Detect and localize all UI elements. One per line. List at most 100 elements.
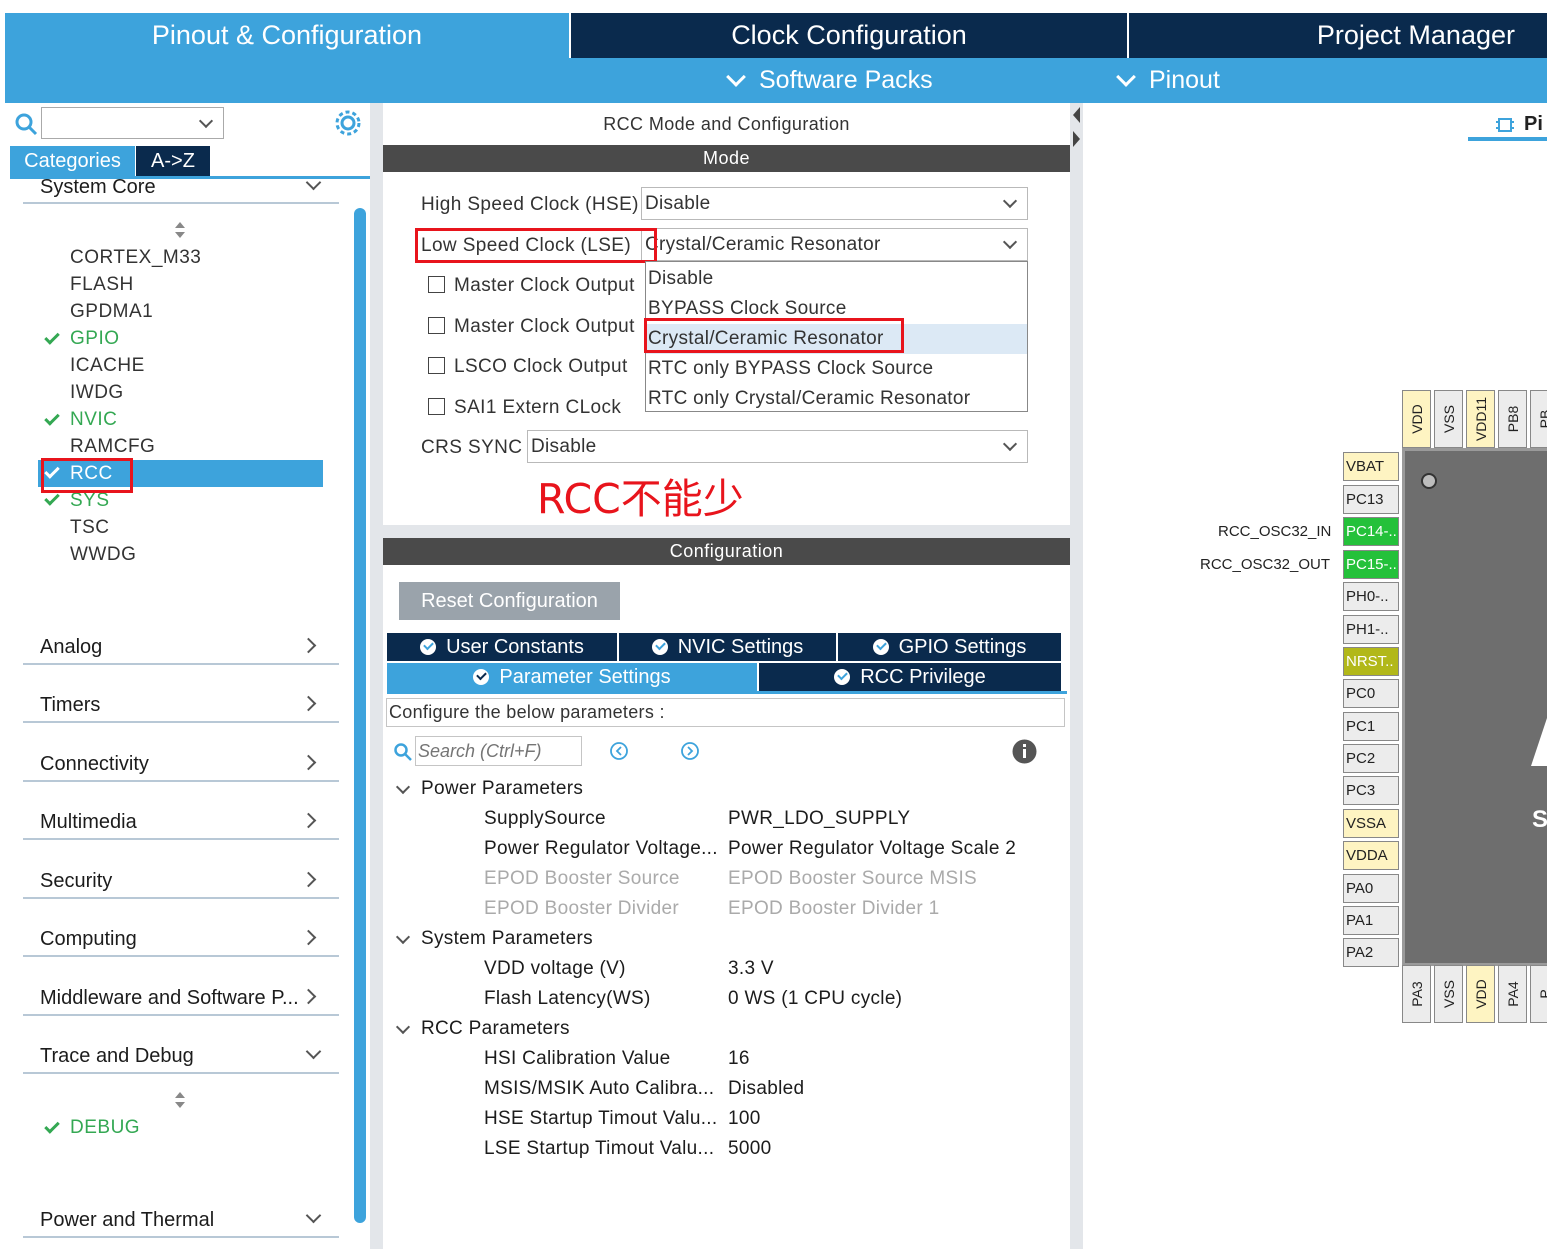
tab-user-constants[interactable]: User Constants <box>387 633 617 661</box>
pin-left-osc-out[interactable]: PC15-.. <box>1343 550 1399 579</box>
collapse-arrows-icon[interactable] <box>1071 105 1081 149</box>
pin-bottom[interactable]: PA3 <box>1402 965 1431 1023</box>
pin-top[interactable]: PB8 <box>1498 390 1527 448</box>
left-scrollbar[interactable] <box>354 208 366 1223</box>
pin-bottom[interactable]: P <box>1530 965 1547 1023</box>
param-value[interactable]: Power Regulator Voltage Scale 2 <box>728 838 1016 860</box>
next-icon[interactable] <box>680 741 700 761</box>
lse-option-disable[interactable]: Disable <box>646 264 1027 294</box>
pin-top[interactable]: PB <box>1530 390 1547 448</box>
tab-parameter-settings[interactable]: Parameter Settings <box>387 663 757 691</box>
pin-left[interactable]: VDDA <box>1343 841 1399 870</box>
tab-nvic-settings[interactable]: NVIC Settings <box>619 633 836 661</box>
pin-top[interactable]: VDD <box>1402 390 1431 448</box>
category-trace-debug[interactable]: Trace and Debug <box>40 1045 194 1068</box>
software-packs-menu[interactable]: Software Packs <box>725 58 933 103</box>
pin-left[interactable]: VBAT <box>1343 452 1399 481</box>
param-value[interactable]: 5000 <box>728 1138 771 1160</box>
pin-left[interactable]: PA2 <box>1343 938 1399 967</box>
pinout-menu[interactable]: Pinout <box>1115 58 1220 103</box>
previous-icon[interactable] <box>609 741 629 761</box>
param-value[interactable]: 0 WS (1 CPU cycle) <box>728 988 902 1010</box>
pin-bottom[interactable]: PA4 <box>1498 965 1527 1023</box>
pin-top[interactable]: VDD11 <box>1466 390 1495 448</box>
periph-flash[interactable]: FLASH <box>70 274 134 296</box>
pin-left[interactable]: PA0 <box>1343 874 1399 903</box>
search-icon[interactable] <box>393 742 413 762</box>
category-connectivity[interactable]: Connectivity <box>40 753 149 776</box>
pin-left-nrst[interactable]: NRST.. <box>1343 647 1399 676</box>
tab-a-to-z[interactable]: A->Z <box>136 146 210 176</box>
periph-tsc[interactable]: TSC <box>70 517 110 539</box>
periph-cortex-m33[interactable]: CORTEX_M33 <box>70 247 201 269</box>
category-multimedia[interactable]: Multimedia <box>40 811 137 834</box>
mco2-checkbox[interactable] <box>428 317 445 334</box>
periph-nvic[interactable]: NVIC <box>70 409 117 431</box>
tab-gpio-settings[interactable]: GPIO Settings <box>838 633 1061 661</box>
category-timers[interactable]: Timers <box>40 694 100 717</box>
gear-icon[interactable] <box>334 109 362 137</box>
reset-configuration-button[interactable]: Reset Configuration <box>399 582 620 620</box>
system-core-header[interactable]: System Core <box>5 179 345 201</box>
search-icon[interactable] <box>14 112 40 138</box>
periph-sys[interactable]: SYS <box>70 490 110 512</box>
pin-left[interactable]: VSSA <box>1343 809 1399 838</box>
chevron-down-icon[interactable] <box>395 1019 411 1035</box>
periph-gpdma1[interactable]: GPDMA1 <box>70 301 153 323</box>
search-combo[interactable] <box>41 107 224 139</box>
category-analog[interactable]: Analog <box>40 636 102 659</box>
pin-left[interactable]: PC2 <box>1343 744 1399 773</box>
param-value[interactable]: 3.3 V <box>728 958 774 980</box>
pin-left[interactable]: PC1 <box>1343 712 1399 741</box>
sai1-checkbox[interactable] <box>428 398 445 415</box>
pin-top[interactable]: VSS <box>1434 390 1463 448</box>
param-value[interactable]: 100 <box>728 1108 761 1130</box>
pin-left[interactable]: PH0-.. <box>1343 582 1399 611</box>
tab-pinout-configuration[interactable]: Pinout & Configuration <box>5 13 569 58</box>
group-power-parameters[interactable]: Power Parameters <box>421 778 583 800</box>
mco1-checkbox[interactable] <box>428 276 445 293</box>
pin-left[interactable]: PC3 <box>1343 776 1399 805</box>
crs-sync-select[interactable]: Disable <box>527 430 1028 463</box>
periph-icache[interactable]: ICACHE <box>70 355 145 377</box>
lse-option-rtc-bypass[interactable]: RTC only BYPASS Clock Source <box>646 354 1027 384</box>
category-computing[interactable]: Computing <box>40 928 137 951</box>
param-value[interactable]: PWR_LDO_SUPPLY <box>728 808 910 830</box>
lsco-checkbox[interactable] <box>428 357 445 374</box>
pin-left[interactable]: PA1 <box>1343 906 1399 935</box>
category-power-thermal[interactable]: Power and Thermal <box>40 1209 214 1232</box>
periph-wwdg[interactable]: WWDG <box>70 544 136 566</box>
group-system-parameters[interactable]: System Parameters <box>421 928 593 950</box>
section-divider[interactable] <box>383 525 1070 538</box>
tab-project-manager[interactable]: Project Manager <box>1129 13 1547 58</box>
group-rcc-parameters[interactable]: RCC Parameters <box>421 1018 570 1040</box>
pin-left[interactable]: PC0 <box>1343 679 1399 708</box>
pin-bottom[interactable]: VDD <box>1466 965 1495 1023</box>
pin-bottom[interactable]: VSS <box>1434 965 1463 1023</box>
left-splitter[interactable] <box>370 103 383 1249</box>
periph-debug[interactable]: DEBUG <box>70 1117 140 1139</box>
tab-clock-configuration[interactable]: Clock Configuration <box>571 13 1127 58</box>
lse-option-rtc-crystal[interactable]: RTC only Crystal/Ceramic Resonator <box>646 384 1027 414</box>
signal-label-osc32-in[interactable]: RCC_OSC32_IN <box>1218 523 1331 540</box>
pin-left[interactable]: PC13 <box>1343 485 1399 514</box>
signal-label-osc32-out[interactable]: RCC_OSC32_OUT <box>1200 556 1330 573</box>
chevron-down-icon[interactable] <box>395 929 411 945</box>
sort-icon[interactable] <box>173 1091 187 1109</box>
lse-select[interactable]: Crystal/Ceramic Resonator <box>641 228 1028 261</box>
info-icon[interactable] <box>1012 739 1037 764</box>
param-value[interactable]: 16 <box>728 1048 750 1070</box>
pin-left[interactable]: PH1-.. <box>1343 615 1399 644</box>
category-middleware[interactable]: Middleware and Software P... <box>40 987 299 1010</box>
pinout-view-tab[interactable]: Pi <box>1524 113 1543 136</box>
pin-left-osc-in[interactable]: PC14-.. <box>1343 517 1399 546</box>
chevron-down-icon[interactable] <box>395 779 411 795</box>
periph-gpio[interactable]: GPIO <box>70 328 120 350</box>
category-security[interactable]: Security <box>40 870 112 893</box>
tab-rcc-privilege[interactable]: RCC Privilege <box>759 663 1061 691</box>
hse-select[interactable]: Disable <box>641 187 1028 220</box>
right-splitter[interactable] <box>1070 103 1083 1249</box>
sort-icon[interactable] <box>173 221 187 239</box>
periph-ramcfg[interactable]: RAMCFG <box>70 436 155 458</box>
param-value[interactable]: Disabled <box>728 1078 804 1100</box>
